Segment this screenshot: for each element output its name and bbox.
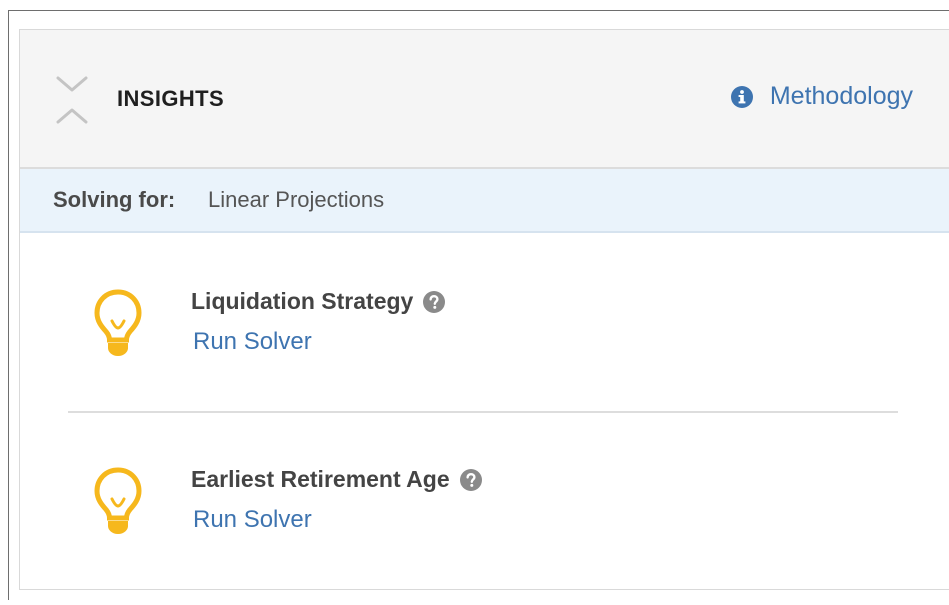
insight-item: Liquidation Strategy Run Solver [20,288,949,398]
insight-title: Liquidation Strategy [191,288,414,314]
divider [68,411,898,413]
insight-title: Earliest Retirement Age [191,466,450,492]
panel-header: INSIGHTS Methodology [20,30,949,169]
collapse-chevrons-icon[interactable] [52,72,92,128]
insights-panel: INSIGHTS Methodology Solving for: Linear… [19,29,949,590]
lightbulb-icon [94,289,142,356]
run-solver-link[interactable]: Run Solver [193,328,312,356]
insight-header: Liquidation Strategy [191,288,446,315]
insight-header: Earliest Retirement Age [191,466,482,493]
solving-for-value: Linear Projections [208,187,385,212]
solving-for-bar: Solving for: Linear Projections [20,169,949,233]
methodology-label: Methodology [769,82,913,110]
insight-item: Earliest Retirement Age Run Solver [20,466,949,576]
info-circle-icon [730,85,753,108]
methodology-link[interactable]: Methodology [730,82,913,111]
lightbulb-icon [94,467,142,534]
run-solver-link[interactable]: Run Solver [193,506,312,534]
question-circle-icon[interactable] [459,468,482,491]
question-circle-icon[interactable] [423,290,446,313]
solving-for-label: Solving for: [53,187,176,212]
panel-title: INSIGHTS [117,86,225,111]
